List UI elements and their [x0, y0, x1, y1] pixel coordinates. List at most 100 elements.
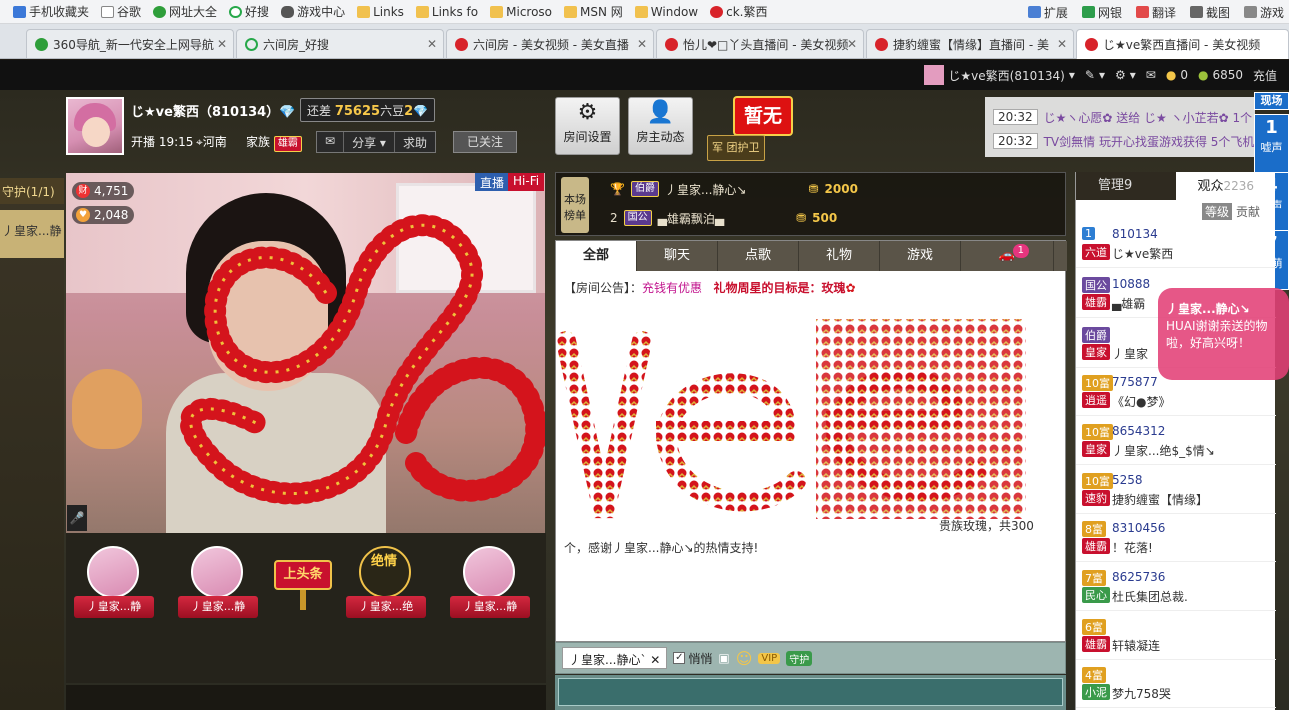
seat-2[interactable]: 丿皇家...静	[176, 546, 258, 626]
games-button[interactable]: 游戏	[1239, 2, 1289, 22]
translate-button[interactable]: 翻译	[1131, 2, 1181, 22]
host-avatar[interactable]	[66, 97, 124, 155]
recharge-link[interactable]: 充值	[1253, 67, 1277, 84]
audience-row[interactable]: 7富 民心 8625736 杜氏集团总裁.	[1076, 565, 1276, 611]
audience-row[interactable]: 10富 皇家 8654312 丿皇家...绝$_$情↘	[1076, 419, 1276, 465]
bookmark-microsoft[interactable]: Microso	[485, 2, 557, 22]
bookmark-google[interactable]: 谷歌	[96, 2, 146, 22]
headline-button[interactable]: 上头条	[274, 560, 332, 610]
family-badge[interactable]: 雄霸	[273, 136, 302, 152]
gift-bar	[66, 685, 546, 710]
tab-games[interactable]: 游戏	[880, 241, 961, 271]
ticker-item[interactable]: 20:32 じ★ヽ心愿✿ 送给 じ★ ヽ小芷若✿ 1个	[993, 107, 1252, 127]
chat-tabs: 全部 聊天 点歌 礼物 游戏 🚗 1	[556, 241, 1067, 271]
chat-target-select[interactable]: 丿皇家...静心` ✕	[562, 647, 668, 669]
tab-360[interactable]: 360导航_新一代安全上网导航 ✕	[26, 29, 234, 58]
guard-item[interactable]: 丿皇家...静	[0, 210, 64, 258]
host-feed-button[interactable]: 👤 房主动态	[628, 97, 693, 155]
diamond-icon: 💎	[413, 104, 429, 118]
tab-ve-room[interactable]: じ★ve繁西直播间 - 美女视频	[1076, 29, 1289, 59]
tab-6room[interactable]: 六间房 - 美女视频 - 美女直播 ✕	[446, 29, 654, 58]
tab-haosou[interactable]: 六间房_好搜 ✕	[236, 29, 444, 58]
rank-row[interactable]: 2 国公 ▄雄霸飘泊▄ ⛃ 500	[610, 205, 837, 231]
chat-input-field[interactable]	[558, 678, 1063, 706]
broadcast-ticker: 20:32 じ★ヽ心愿✿ 送给 じ★ ヽ小芷若✿ 1个 20:32 TV剑無情 玩开…	[985, 97, 1255, 157]
bookmark-phone[interactable]: 手机收藏夹	[8, 2, 94, 22]
chevron-down-icon: ▾	[1129, 68, 1136, 82]
tab-gifts[interactable]: 礼物	[799, 241, 880, 271]
audience-row[interactable]: 4富 小泥 梦九758哭	[1076, 662, 1276, 708]
image-icon[interactable]: ▣	[718, 651, 729, 665]
gift-message: 贵族玫瑰，共300	[939, 519, 1034, 533]
bookmark-msn[interactable]: MSN 网	[559, 2, 628, 22]
audience-panel: 管理9 观众2236 等级 贡献 1 六道 810134 じ★ve繁西 国公 雄霸 1088…	[1075, 172, 1276, 710]
bookmark-links[interactable]: Links	[352, 2, 409, 22]
sort-contrib[interactable]: 贡献	[1236, 203, 1260, 220]
whisper-checkbox[interactable]: ✓ 悄悄	[673, 650, 712, 667]
close-icon[interactable]: ✕	[650, 653, 660, 667]
guard-team-badge[interactable]: 军 团护卫	[707, 135, 765, 161]
chat-input[interactable]	[555, 675, 1066, 710]
room-settings-button[interactable]: ⚙ 房间设置	[555, 97, 620, 155]
seat-4[interactable]: 丿皇家...静	[448, 546, 530, 626]
tab-chat[interactable]: 聊天	[637, 241, 718, 271]
gamepad-icon	[1243, 6, 1257, 18]
share-button[interactable]: 分享 ▾	[344, 132, 395, 152]
ticker-item[interactable]: 20:32 TV剑無情 玩开心找蛋游戏获得 5个飞机	[993, 131, 1254, 151]
bookmark-haosou[interactable]: 好搜	[224, 2, 274, 22]
audience-row[interactable]: 10富 速豹 5258 捷豹缠蜜【情缘】	[1076, 468, 1276, 514]
video-player[interactable]	[66, 173, 545, 533]
audience-row[interactable]: 8富 雄霸 8310456 ！花落!	[1076, 516, 1276, 562]
audience-row[interactable]: 1 六道 810134 じ★ve繁西	[1076, 222, 1276, 268]
avatar	[191, 546, 243, 598]
hifi-badge[interactable]: Hi-Fi	[508, 173, 545, 191]
bean-icon: ●	[1197, 68, 1209, 82]
tab-car[interactable]: 🚗 1	[961, 241, 1054, 271]
close-icon[interactable]: ✕	[427, 37, 437, 51]
bookmark-games[interactable]: 游戏中心	[276, 2, 350, 22]
rank-row[interactable]: 🏆 伯爵 丿皇家...静心↘ ⛃ 2000	[610, 176, 858, 202]
folder-icon	[564, 5, 578, 18]
screenshot-button[interactable]: 截图	[1185, 2, 1235, 22]
host-actions: ✉ 分享 ▾ 求助	[316, 131, 436, 153]
bookmark-ck[interactable]: ck.繁西	[705, 2, 772, 22]
sort-level[interactable]: 等级	[1201, 202, 1232, 220]
tab-yier[interactable]: 怡儿❤□丫头直播间 - 美女视频 ✕	[656, 29, 864, 58]
user-menu[interactable]: じ★ve繁西(810134) ▾	[924, 65, 1075, 85]
bookmark-links-for[interactable]: Links fo	[411, 2, 483, 22]
tab-all[interactable]: 全部	[556, 241, 637, 271]
message-button[interactable]: ✉	[317, 132, 345, 152]
tab-admin[interactable]: 管理9	[1076, 172, 1176, 200]
title-badge: 国公	[623, 210, 652, 226]
close-icon[interactable]: ✕	[637, 37, 647, 51]
extensions-button[interactable]: 扩展	[1023, 2, 1073, 22]
guard-tab[interactable]: 守护(1/1)	[0, 178, 64, 204]
edit-button[interactable]: ✎ ▾	[1085, 68, 1105, 82]
portal-icon	[35, 37, 48, 51]
vip-icon[interactable]: VIP	[758, 652, 781, 664]
audience-row[interactable]: 6富 雄霸 轩辕凝连	[1076, 614, 1276, 660]
guard-icon[interactable]: 守护	[786, 650, 813, 666]
boo-button[interactable]: 1 嘘声	[1254, 114, 1289, 174]
tab-songs[interactable]: 点歌	[718, 241, 799, 271]
emoji-icon[interactable]: ☺	[736, 649, 753, 668]
bookmark-windows[interactable]: Window	[630, 2, 703, 22]
rank-placeholder: 暂无	[735, 98, 791, 134]
mic-icon[interactable]: 🎤	[67, 505, 87, 531]
rose-effect-v	[179, 214, 545, 505]
live-scene-button[interactable]: 现场	[1254, 92, 1289, 110]
netbank-button[interactable]: 网银	[1077, 2, 1127, 22]
close-icon[interactable]: ✕	[217, 37, 227, 51]
help-button[interactable]: 求助	[395, 132, 435, 152]
site-topbar: じ★ve繁西(810134) ▾ ✎ ▾ ⚙ ▾ ✉ ● 0 ● 6850 充值	[0, 60, 1289, 90]
close-icon[interactable]: ✕	[847, 37, 857, 51]
settings-button[interactable]: ⚙ ▾	[1115, 68, 1136, 82]
mail-button[interactable]: ✉	[1146, 68, 1156, 82]
seat-1[interactable]: 丿皇家...静	[72, 546, 154, 626]
tab-audience[interactable]: 观众2236	[1175, 172, 1275, 200]
close-icon[interactable]: ✕	[1057, 37, 1067, 51]
gear-icon: ⚙	[1114, 68, 1126, 82]
bookmark-portal[interactable]: 网址大全	[148, 2, 222, 22]
tab-jiebao[interactable]: 捷豹缠蜜【情缘】直播间 - 美 ✕	[866, 29, 1074, 58]
follow-button[interactable]: 已关注	[453, 131, 517, 153]
